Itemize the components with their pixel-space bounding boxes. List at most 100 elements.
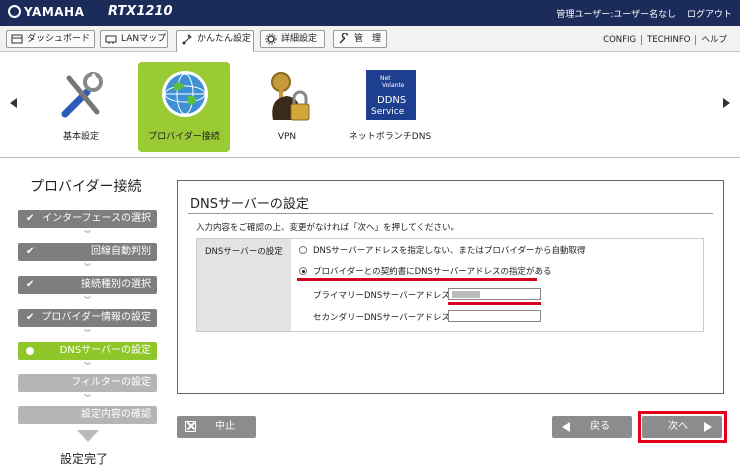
brand-text: YAMAHA — [24, 5, 85, 19]
step-filter: フィルターの設定 — [18, 374, 157, 392]
tab-advanced-label: 詳細設定 — [281, 34, 318, 44]
nav-bar: ダッシュボード LANマップ かんたん設定 詳細設定 管 理 CONFIG TEC… — [0, 26, 740, 52]
primary-dns-label: プライマリーDNSサーバーアドレス — [313, 291, 450, 301]
category-provider-label: プロバイダー接続 — [148, 132, 220, 142]
secondary-dns-label: セカンダリーDNSサーバーアドレス — [313, 313, 450, 323]
easy-setup-icon — [182, 34, 192, 45]
field-header: DNSサーバーの設定 — [197, 239, 291, 331]
tab-dashboard-label: ダッシュボード — [27, 34, 91, 44]
chevron-down-icon: ︾ — [84, 263, 91, 271]
scroll-left-arrow-icon[interactable] — [10, 98, 17, 108]
wizard-title: プロバイダー接続 — [30, 179, 142, 195]
chevron-down-icon: ︾ — [84, 362, 91, 370]
category-netvolante-dns[interactable]: Net Volante DDNS Service ネットボランチDNS — [344, 62, 436, 152]
category-basic[interactable]: 基本設定 — [35, 62, 127, 152]
tab-dashboard[interactable]: ダッシュボード — [6, 30, 95, 48]
step-label: DNSサーバーの設定 — [59, 345, 151, 356]
category-netvolante-dns-label: ネットボランチDNS — [348, 132, 432, 142]
page-title: DNSサーバーの設定 — [190, 197, 309, 212]
dns-auto-option-label[interactable]: DNSサーバーアドレスを指定しない、またはプロバイダーから自動取得 — [313, 244, 586, 256]
category-strip: 基本設定 プロバイダー接続 VPN Net Volante DDNS Servi… — [0, 52, 740, 158]
gear-icon — [265, 33, 277, 45]
step-interface: ✔ インターフェースの選択 — [18, 210, 157, 228]
dashboard-icon — [11, 34, 23, 44]
check-icon: ✔ — [26, 279, 35, 290]
step-connection-type: ✔ 接続種別の選択 — [18, 276, 157, 294]
logout-link[interactable]: ログアウト — [687, 10, 732, 20]
secondary-dns-input[interactable] — [448, 310, 541, 322]
tab-lan-map[interactable]: LANマップ — [100, 30, 168, 48]
nav-links: CONFIG TECHINFO ヘルプ — [598, 33, 732, 45]
title-divider — [188, 213, 713, 214]
scroll-right-arrow-icon[interactable] — [723, 98, 730, 108]
next-button-label: 次へ — [668, 421, 688, 432]
header-user-area: 管理ユーザー:ユーザー名なし ログアウト — [548, 7, 732, 20]
dns-settings-panel: DNSサーバーの設定 入力内容をご確認の上、変更がなければ「次へ」を押してくださ… — [177, 180, 724, 394]
primary-dns-input[interactable] — [448, 288, 541, 300]
brand-logo: YAMAHA — [8, 5, 84, 19]
step-line-detect: ✔ 回線自動判別 — [18, 243, 157, 261]
back-button-label: 戻る — [590, 421, 610, 432]
step-confirm: 設定内容の確認 — [18, 406, 157, 424]
model-name: RTX1210 — [108, 4, 173, 19]
dns-auto-radio[interactable] — [299, 246, 307, 254]
close-icon — [185, 421, 196, 432]
tab-lan-map-label: LANマップ — [121, 34, 167, 44]
chevron-down-icon: ︾ — [84, 394, 91, 402]
triangle-right-icon — [704, 422, 712, 432]
wizard-finish-label: 設定完了 — [60, 452, 109, 466]
ddns-logo-text-1: Net — [380, 75, 391, 82]
tab-management-label: 管 理 — [354, 34, 382, 44]
chevron-down-icon: ︾ — [84, 230, 91, 238]
keys-lock-icon — [271, 72, 310, 121]
category-basic-label: 基本設定 — [62, 132, 99, 142]
category-vpn-label: VPN — [277, 132, 297, 142]
tab-management[interactable]: 管 理 — [333, 30, 387, 48]
step-label: 設定内容の確認 — [81, 409, 151, 420]
category-vpn[interactable]: VPN — [241, 62, 333, 152]
top-header: YAMAHA RTX1210 管理ユーザー:ユーザー名なし ログアウト — [0, 0, 740, 26]
wrench-icon — [339, 33, 349, 44]
lan-map-icon — [105, 35, 117, 44]
check-icon: ✔ — [26, 246, 35, 257]
step-label: 接続種別の選択 — [81, 279, 151, 290]
step-label: 回線自動判別 — [91, 246, 151, 257]
globe-icon — [162, 71, 208, 117]
ddns-logo-text-2: Volante — [382, 82, 405, 89]
ddns-service-icon: Net Volante DDNS Service — [366, 70, 416, 120]
config-link[interactable]: CONFIG — [598, 35, 641, 45]
chevron-down-icon: ︾ — [84, 296, 91, 304]
dns-manual-radio[interactable] — [299, 267, 307, 275]
user-label: 管理ユーザー:ユーザー名なし — [556, 10, 677, 20]
check-icon: ✔ — [26, 213, 35, 224]
tab-easy-setup[interactable]: かんたん設定 — [176, 30, 254, 52]
step-label: プロバイダー情報の設定 — [41, 312, 151, 323]
step-label: インターフェースの選択 — [42, 213, 151, 224]
ddns-logo-text-3: DDNS — [377, 95, 406, 106]
step-dns-server: DNSサーバーの設定 — [18, 342, 157, 360]
triangle-left-icon — [562, 422, 570, 432]
ddns-logo-text-4: Service — [371, 107, 405, 117]
techinfo-link[interactable]: TECHINFO — [641, 35, 696, 45]
tab-advanced[interactable]: 詳細設定 — [260, 30, 325, 48]
tab-easy-setup-label: かんたん設定 — [197, 34, 252, 44]
chevron-down-icon: ︾ — [84, 329, 91, 337]
dns-form-table: DNSサーバーの設定 DNSサーバーアドレスを指定しない、またはプロバイダーから… — [196, 238, 704, 332]
check-icon: ✔ — [26, 312, 35, 323]
highlight-underline — [297, 278, 537, 281]
step-label: フィルターの設定 — [71, 377, 151, 388]
category-provider[interactable]: プロバイダー接続 — [138, 62, 230, 152]
help-link[interactable]: ヘルプ — [695, 35, 732, 45]
cancel-button[interactable]: 中止 — [177, 416, 256, 438]
highlight-underline — [448, 302, 541, 305]
masked-value — [452, 291, 480, 298]
page-description: 入力内容をご確認の上、変更がなければ「次へ」を押してください。 — [196, 223, 459, 233]
cancel-button-label: 中止 — [215, 421, 235, 432]
down-arrow-icon — [77, 430, 99, 442]
step-provider-info: ✔ プロバイダー情報の設定 — [18, 309, 157, 327]
current-step-dot-icon — [26, 347, 34, 355]
dns-manual-option-label[interactable]: プロバイダーとの契約書にDNSサーバーアドレスの指定がある — [313, 265, 551, 277]
back-button[interactable]: 戻る — [552, 416, 632, 438]
next-button[interactable]: 次へ — [642, 416, 722, 438]
tools-icon — [61, 72, 103, 118]
